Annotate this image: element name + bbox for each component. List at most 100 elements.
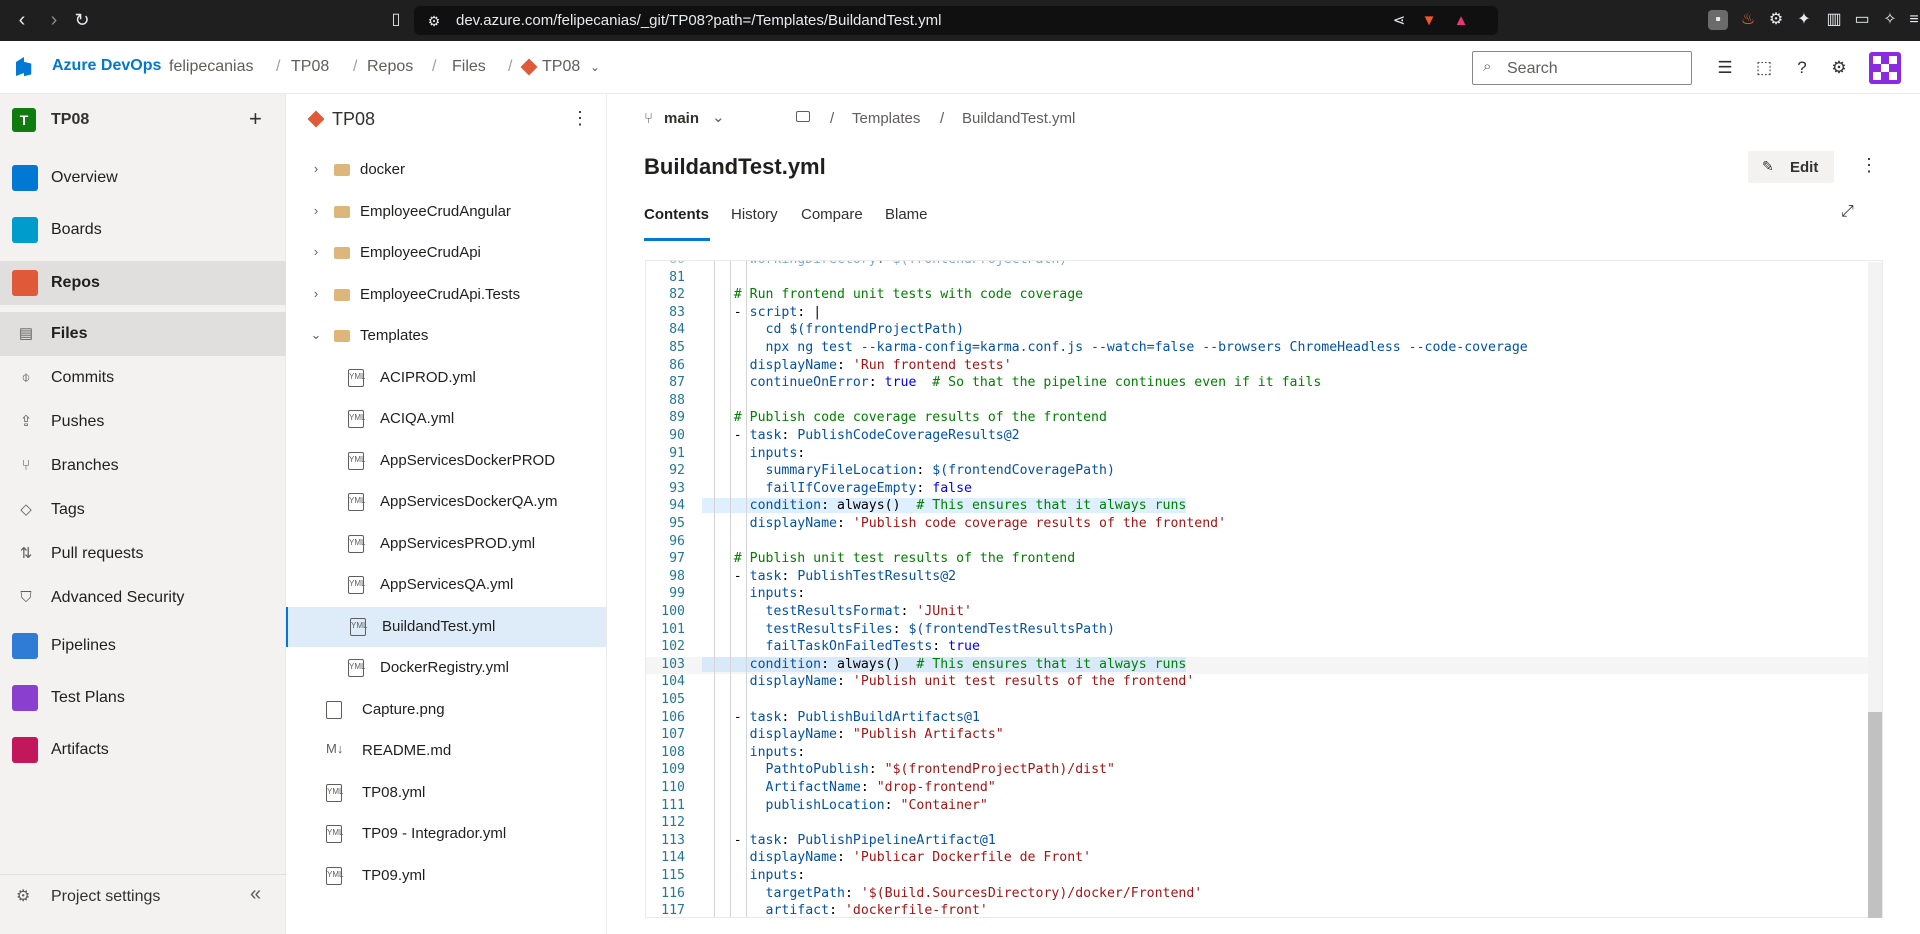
chevron-right-icon[interactable]: › [308,286,324,301]
site-settings-icon[interactable]: ⚙ [422,11,446,31]
back-icon[interactable]: ‹ [10,10,34,30]
code-line[interactable]: 106 - task: PublishBuildArtifacts@1 [646,710,1872,728]
nav-subitem-pushes[interactable]: ⇪ Pushes [0,400,286,444]
tab-compare[interactable]: Compare [801,206,863,223]
nav-item-overview[interactable]: Overview [0,156,286,200]
code-line[interactable]: 97 # Publish unit test results of the fr… [646,551,1872,569]
code-line[interactable]: 112 [646,815,1872,833]
code-line[interactable]: 82 # Run frontend unit tests with code c… [646,287,1872,305]
code-line[interactable]: 94 condition: always() # This ensures th… [646,498,1872,516]
tree-file[interactable]: YML TP09 - Integrador.yml [286,814,606,854]
code-line[interactable]: 92 summaryFileLocation: $(frontendCovera… [646,463,1872,481]
path-folder[interactable]: Templates [852,110,920,127]
tree-file[interactable]: YML AppServicesQA.yml [286,565,606,605]
nav-subitem-commits[interactable]: ⌽ Commits [0,356,286,400]
tree-folder[interactable]: ⌄ Templates [286,316,606,356]
nav-subitem-files[interactable]: ▤ Files [0,312,286,356]
code-line[interactable]: 110 ArtifactName: "drop-frontend" [646,780,1872,798]
code-line[interactable]: 105 [646,692,1872,710]
tree-file[interactable]: YML AppServicesDockerPROD [286,441,606,481]
chevron-right-icon[interactable]: › [308,161,324,176]
code-line[interactable]: 87 continueOnError: true # So that the p… [646,375,1872,393]
tab-contents[interactable]: Contents [644,206,709,223]
scrollbar-thumb[interactable] [1868,712,1882,918]
tree-file[interactable]: YML ACIQA.yml [286,399,606,439]
reload-icon[interactable]: ↻ [70,10,94,30]
forward-icon[interactable]: › [42,10,66,30]
wallet-icon[interactable]: ▭ [1852,10,1872,30]
code-line[interactable]: 80 workingDirectory: $(frontendProjectPa… [646,261,1872,270]
tree-file[interactable]: YML TP08.yml [286,773,606,813]
nav-item-boards[interactable]: Boards [0,208,286,252]
nav-item-repos[interactable]: Repos [0,261,286,305]
tree-folder[interactable]: › EmployeeCrudApi [286,233,606,273]
edit-button[interactable]: ✎ Edit [1748,151,1834,183]
share-icon[interactable]: ⋖ [1387,11,1411,31]
avatar[interactable] [1869,52,1901,84]
tree-file[interactable]: YML ACIPROD.yml [286,358,606,398]
tree-file[interactable]: M↓ README.md [286,731,606,771]
address-bar[interactable]: ⚙ dev.azure.com/felipecanias/_git/TP08?p… [414,6,1498,35]
folder-icon[interactable] [796,111,810,122]
code-line[interactable]: 109 PathtoPublish: "$(frontendProjectPat… [646,762,1872,780]
chevron-right-icon[interactable]: › [308,244,324,259]
chevron-down-icon[interactable]: ⌄ [590,60,600,74]
nav-subitem-tags[interactable]: ◇ Tags [0,488,286,532]
more-options-icon[interactable]: ⋮ [1860,155,1878,176]
sidebar-icon[interactable]: ▥ [1824,10,1844,30]
code-line[interactable]: 116 targetPath: '$(Build.SourcesDirector… [646,886,1872,904]
code-line[interactable]: 113 - task: PublishPipelineArtifact@1 [646,833,1872,851]
code-line[interactable]: 85 npx ng test --karma-config=karma.conf… [646,340,1872,358]
nav-subitem-advanced-security[interactable]: ⛉ Advanced Security [0,576,286,620]
code-editor[interactable]: 80 workingDirectory: $(frontendProjectPa… [645,260,1883,918]
nav-item-artifacts[interactable]: Artifacts [0,728,286,772]
tab-history[interactable]: History [731,206,778,223]
nav-item-test-plans[interactable]: Test Plans [0,676,286,720]
code-line[interactable]: 89 # Publish code coverage results of th… [646,410,1872,428]
fire-icon[interactable]: ♨ [1738,10,1758,30]
code-line[interactable]: 83 - script: | [646,305,1872,323]
tab-blame[interactable]: Blame [885,206,928,223]
breadcrumb-project[interactable]: TP08 [291,58,329,76]
nav-subitem-pull-requests[interactable]: ⇅ Pull requests [0,532,286,576]
code-line[interactable]: 96 [646,534,1872,552]
tree-file[interactable]: YML TP09.yml [286,856,606,896]
code-line[interactable]: 91 inputs: [646,446,1872,464]
chevron-down-icon[interactable]: ⌄ [308,327,324,343]
extension-icon[interactable]: ▪ [1708,10,1728,30]
code-line[interactable]: 99 inputs: [646,586,1872,604]
breadcrumb-files[interactable]: Files [452,58,486,76]
add-icon[interactable]: + [249,106,262,132]
marketplace-icon[interactable]: ⬚ [1753,57,1775,79]
code-line[interactable]: 86 displayName: 'Run frontend tests' [646,358,1872,376]
puzzle-icon[interactable]: ✦ [1794,10,1814,30]
code-line[interactable]: 117 artifact: 'dockerfile-front' [646,903,1872,917]
breadcrumb-repos[interactable]: Repos [367,58,413,76]
brave-shield-icon[interactable]: ▼ [1417,11,1441,31]
code-line[interactable]: 95 displayName: 'Publish code coverage r… [646,516,1872,534]
tree-file[interactable]: YML DockerRegistry.yml [286,648,606,688]
user-settings-icon[interactable]: ⚙ [1828,57,1850,79]
code-line[interactable]: 93 failIfCoverageEmpty: false [646,481,1872,499]
nav-subitem-branches[interactable]: ⑂ Branches [0,444,286,488]
tree-file[interactable]: YML AppServicesPROD.yml [286,524,606,564]
project-header[interactable]: T TP08 + [0,94,286,146]
code-line[interactable]: 108 inputs: [646,745,1872,763]
code-line[interactable]: 102 failTaskOnFailedTests: true [646,639,1872,657]
breadcrumb-repo[interactable]: TP08 [542,58,580,76]
brave-rewards-icon[interactable]: ▲ [1449,11,1473,31]
tree-file[interactable]: Capture.png [286,690,606,730]
chevron-right-icon[interactable]: › [308,203,324,218]
code-line[interactable]: 84 cd $(frontendProjectPath) [646,322,1872,340]
code-line[interactable]: 115 inputs: [646,868,1872,886]
code-line[interactable]: 114 displayName: 'Publicar Dockerfile de… [646,850,1872,868]
nav-item-pipelines[interactable]: Pipelines [0,624,286,668]
code-line[interactable]: 98 - task: PublishTestResults@2 [646,569,1872,587]
tree-file[interactable]: YML AppServicesDockerQA.ym [286,482,606,522]
tree-folder[interactable]: › EmployeeCrudAngular [286,192,606,232]
bookmark-icon[interactable]: ▯ [384,10,408,30]
project-settings-button[interactable]: ⚙ Project settings « [0,874,286,918]
code-line[interactable]: 100 testResultsFormat: 'JUnit' [646,604,1872,622]
search-input[interactable]: ⌕ Search [1472,51,1692,85]
breadcrumb-org[interactable]: felipecanias [169,58,254,76]
